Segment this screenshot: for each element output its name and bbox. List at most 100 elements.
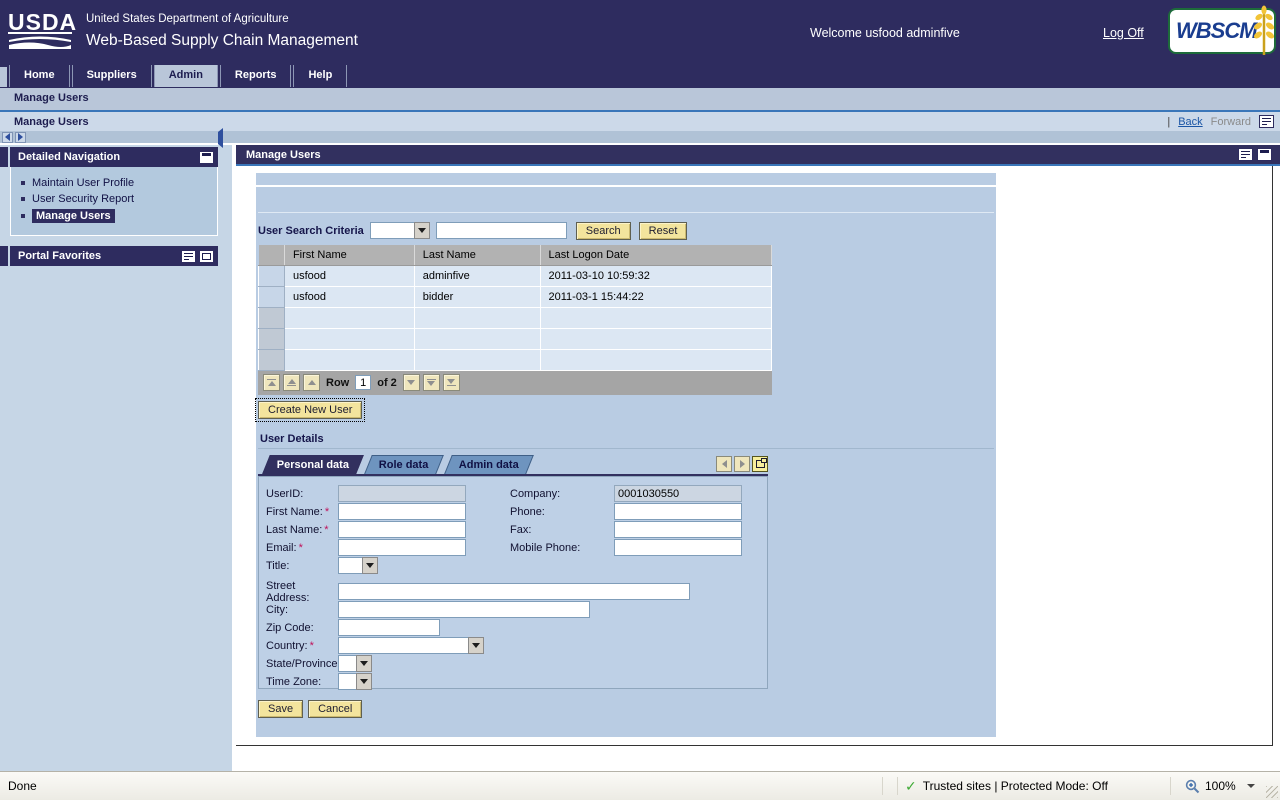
time-zone-select[interactable] [338, 673, 372, 690]
row-number-input[interactable] [355, 375, 371, 390]
tab-admin[interactable]: Admin [154, 65, 218, 87]
forward-link[interactable]: Forward [1211, 116, 1251, 128]
page-options-icon[interactable] [1259, 115, 1274, 128]
zip-code-field[interactable] [338, 619, 440, 636]
search-criteria-select[interactable] [370, 222, 430, 239]
user-details-tabstrip: Personal data Role data Admin data [258, 455, 768, 476]
last-row-icon[interactable] [443, 374, 460, 391]
scroll-right-icon[interactable] [15, 132, 26, 143]
save-button[interactable]: Save [258, 700, 303, 718]
reset-button[interactable]: Reset [639, 222, 688, 240]
page-down-icon[interactable] [423, 374, 440, 391]
row-selector[interactable] [259, 286, 285, 307]
street-address-field[interactable] [338, 583, 690, 600]
phone-field[interactable] [614, 503, 742, 520]
prev-row-icon[interactable] [303, 374, 320, 391]
last-name-label: Last Name:* [266, 524, 338, 536]
col-first-name[interactable]: First Name [284, 245, 414, 265]
back-link[interactable]: Back [1178, 116, 1202, 128]
last-name-field[interactable] [338, 521, 466, 538]
detach-window-icon[interactable] [752, 456, 768, 472]
fax-field[interactable] [614, 521, 742, 538]
resize-grip[interactable] [1266, 786, 1278, 798]
mobile-phone-field[interactable] [614, 539, 742, 556]
country-select[interactable] [338, 637, 484, 654]
tab-help[interactable]: Help [293, 65, 347, 87]
row-selector [259, 328, 285, 349]
row-selector [259, 307, 285, 328]
cell-last-logon[interactable]: 2011-03-1 15:44:22 [540, 286, 772, 307]
user-details-heading: User Details [260, 433, 996, 445]
first-name-label: First Name:* [266, 506, 338, 518]
tab-suppliers[interactable]: Suppliers [72, 65, 152, 87]
panel-options-icon[interactable] [1238, 148, 1253, 161]
state-province-select[interactable] [338, 655, 372, 672]
browser-status-bar: Done ✓ Trusted sites | Protected Mode: O… [0, 771, 1280, 800]
next-row-icon[interactable] [403, 374, 420, 391]
cell-first-name[interactable]: usfood [284, 286, 414, 307]
zoom-control[interactable]: 100% [1185, 779, 1255, 794]
state-province-label: State/Province: [266, 658, 338, 670]
cell-first-name[interactable]: usfood [284, 265, 414, 286]
cell-last-logon[interactable]: 2011-03-10 10:59:32 [540, 265, 772, 286]
mobile-phone-label: Mobile Phone: [510, 542, 614, 554]
search-query-input[interactable] [436, 222, 567, 239]
bullet-icon [21, 181, 25, 185]
tabbar-edge-notch [0, 67, 7, 87]
collapse-panel-icon[interactable] [199, 151, 214, 164]
scroll-left-icon[interactable] [2, 132, 13, 143]
usda-logo: USDA [8, 12, 72, 50]
log-off-link[interactable]: Log Off [1103, 26, 1144, 40]
portal-favorites-header: Portal Favorites [10, 246, 218, 266]
tab-scroll-right-icon[interactable] [734, 456, 750, 472]
row-selector[interactable] [259, 265, 285, 286]
tab-reports[interactable]: Reports [220, 65, 292, 87]
company-field [614, 485, 742, 502]
city-field[interactable] [338, 601, 590, 618]
tab-personal-data[interactable]: Personal data [262, 455, 364, 474]
city-label: City: [266, 604, 338, 616]
cell-last-name[interactable]: bidder [414, 286, 540, 307]
col-last-name[interactable]: Last Name [414, 245, 540, 265]
search-criteria-label: User Search Criteria [258, 225, 364, 237]
maximize-panel-icon[interactable] [199, 250, 214, 263]
first-row-icon[interactable] [263, 374, 280, 391]
first-name-field[interactable] [338, 503, 466, 520]
favorites-options-icon[interactable] [181, 250, 196, 263]
panel-collapse-icon[interactable] [1257, 148, 1272, 161]
usda-logo-text: USDA [8, 12, 72, 34]
col-last-logon-date[interactable]: Last Logon Date [540, 245, 772, 265]
history-separator: | [1167, 116, 1170, 128]
chevron-down-icon[interactable] [362, 557, 378, 574]
statusbar-separator [897, 777, 898, 795]
tab-role-data[interactable]: Role data [364, 455, 443, 474]
sidebar-item-manage-users[interactable]: Manage Users [11, 207, 217, 225]
main-panel: Manage Users User Search Criteria [232, 145, 1280, 771]
title-select[interactable] [338, 557, 378, 574]
create-new-user-button[interactable]: Create New User [258, 401, 362, 419]
email-field[interactable] [338, 539, 466, 556]
manage-users-panel-header: Manage Users [236, 145, 1280, 164]
chevron-down-icon[interactable] [356, 673, 372, 690]
sidebar-item-user-security-report[interactable]: User Security Report [11, 191, 217, 207]
tab-home[interactable]: Home [9, 65, 70, 87]
pane-collapse-icon[interactable] [218, 132, 223, 144]
cell-last-name[interactable]: adminfive [414, 265, 540, 286]
tab-scroll-left-icon[interactable] [716, 456, 732, 472]
title-label: Title: [266, 560, 338, 572]
cancel-button[interactable]: Cancel [308, 700, 362, 718]
userid-label: UserID: [266, 488, 338, 500]
bullet-icon [21, 197, 25, 201]
page-up-icon[interactable] [283, 374, 300, 391]
chevron-down-icon[interactable] [356, 655, 372, 672]
page-title: Manage Users [14, 116, 89, 128]
search-button[interactable]: Search [576, 222, 631, 240]
sidebar-item-maintain-user-profile[interactable]: Maintain User Profile [11, 175, 217, 191]
chevron-down-icon[interactable] [468, 637, 484, 654]
content-region: Detailed Navigation Maintain User Profil… [0, 131, 1280, 771]
tab-admin-data[interactable]: Admin data [444, 455, 534, 474]
time-zone-label: Time Zone: [266, 676, 338, 688]
second-level-nav[interactable]: Manage Users [0, 88, 1280, 110]
chevron-down-icon[interactable] [414, 222, 430, 239]
search-criteria-value [370, 222, 414, 239]
